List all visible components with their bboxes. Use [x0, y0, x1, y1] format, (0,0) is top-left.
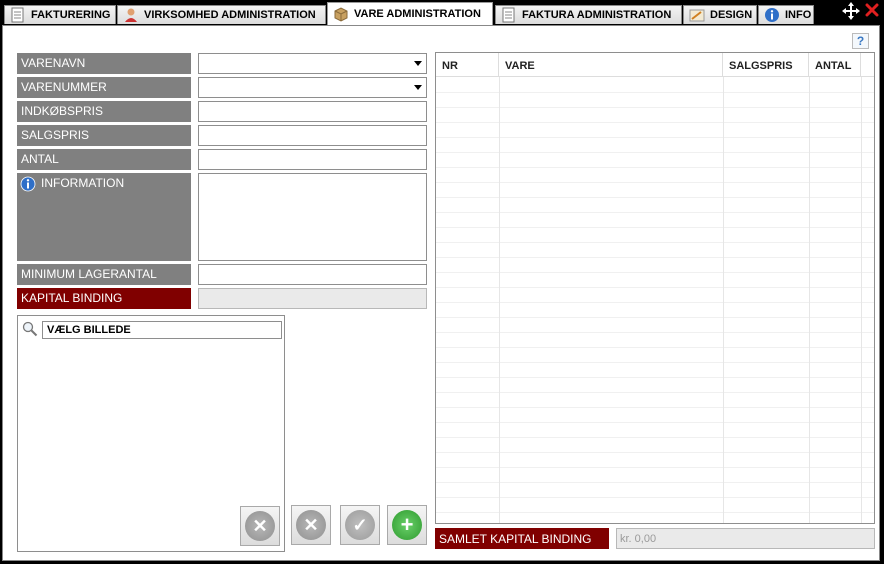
- info-icon: [20, 176, 36, 195]
- add-button[interactable]: +: [387, 505, 427, 545]
- app-window: FAKTURERING VIRKSOMHED ADMINISTRATION VA…: [0, 0, 884, 564]
- remove-image-button[interactable]: ✕: [240, 506, 280, 546]
- salgspris-input[interactable]: [198, 125, 427, 146]
- document-icon: [9, 7, 26, 23]
- box-icon: [332, 6, 349, 22]
- information-label-text: INFORMATION: [41, 176, 125, 190]
- information-textarea[interactable]: [198, 173, 427, 261]
- tab-label: INFO: [785, 9, 812, 21]
- cancel-button[interactable]: ✕: [291, 505, 331, 545]
- x-icon: ✕: [296, 510, 326, 540]
- tab-label: FAKTURERING: [31, 9, 111, 21]
- chevron-down-icon: [414, 61, 422, 66]
- column-divider: [499, 77, 500, 523]
- column-header-vare[interactable]: VARE: [499, 53, 723, 77]
- kapital-binding-field: [198, 288, 427, 309]
- tab-fakturering[interactable]: FAKTURERING: [4, 5, 116, 24]
- info-icon: [763, 7, 780, 23]
- tab-vare-administration[interactable]: VARE ADMINISTRATION: [327, 2, 493, 25]
- tab-label: VIRKSOMHED ADMINISTRATION: [144, 9, 316, 21]
- design-icon: [688, 7, 705, 23]
- indkobspris-label: INDKØBSPRIS: [17, 101, 191, 122]
- antal-label: ANTAL: [17, 149, 191, 170]
- column-divider: [861, 77, 862, 523]
- varenummer-dropdown[interactable]: [198, 77, 427, 98]
- column-divider: [809, 77, 810, 523]
- samlet-kapital-binding-value: kr. 0,00: [616, 528, 875, 549]
- table-header: NR VARE SALGSPRIS ANTAL: [436, 53, 874, 77]
- tab-faktura-administration[interactable]: FAKTURA ADMINISTRATION: [495, 5, 682, 24]
- tab-label: DESIGN: [710, 9, 753, 21]
- tab-info[interactable]: INFO: [758, 5, 814, 24]
- tab-label: VARE ADMINISTRATION: [354, 8, 481, 20]
- tab-design[interactable]: DESIGN: [683, 5, 757, 24]
- x-icon: ✕: [245, 511, 275, 541]
- image-panel: VÆLG BILLEDE ✕: [17, 315, 285, 552]
- antal-input[interactable]: [198, 149, 427, 170]
- column-header-antal[interactable]: ANTAL: [809, 53, 861, 77]
- document-icon: [500, 7, 517, 23]
- varenummer-label: VARENUMMER: [17, 77, 191, 98]
- check-icon: ✓: [345, 510, 375, 540]
- varenavn-dropdown[interactable]: [198, 53, 427, 74]
- tab-virksomhed-administration[interactable]: VIRKSOMHED ADMINISTRATION: [117, 5, 326, 24]
- minimum-lagerantal-label: MINIMUM LAGERANTAL: [17, 264, 191, 285]
- varenavn-label: VARENAVN: [17, 53, 191, 74]
- column-header-nr[interactable]: NR: [436, 53, 499, 77]
- user-icon: [122, 7, 139, 23]
- minimum-lagerantal-input[interactable]: [198, 264, 427, 285]
- confirm-button[interactable]: ✓: [340, 505, 380, 545]
- kapital-binding-label: KAPITAL BINDING: [17, 288, 191, 309]
- column-divider: [723, 77, 724, 523]
- choose-image-button[interactable]: VÆLG BILLEDE: [42, 321, 282, 339]
- vare-table[interactable]: NR VARE SALGSPRIS ANTAL: [435, 52, 875, 524]
- salgspris-label: SALGSPRIS: [17, 125, 191, 146]
- information-label: INFORMATION: [17, 173, 191, 261]
- column-header-salgspris[interactable]: SALGSPRIS: [723, 53, 809, 77]
- indkobspris-input[interactable]: [198, 101, 427, 122]
- samlet-kapital-binding-label: SAMLET KAPITAL BINDING: [435, 528, 609, 549]
- tab-label: FAKTURA ADMINISTRATION: [522, 9, 672, 21]
- chevron-down-icon: [414, 85, 422, 90]
- help-button[interactable]: ?: [852, 33, 869, 49]
- magnifier-icon[interactable]: [22, 321, 38, 342]
- vare-administration-panel: ? VARENAVN VARENUMMER INDKØBSPRIS SALGSP…: [2, 25, 880, 561]
- plus-icon: +: [392, 510, 422, 540]
- close-icon[interactable]: [865, 3, 879, 22]
- move-icon[interactable]: [842, 2, 860, 25]
